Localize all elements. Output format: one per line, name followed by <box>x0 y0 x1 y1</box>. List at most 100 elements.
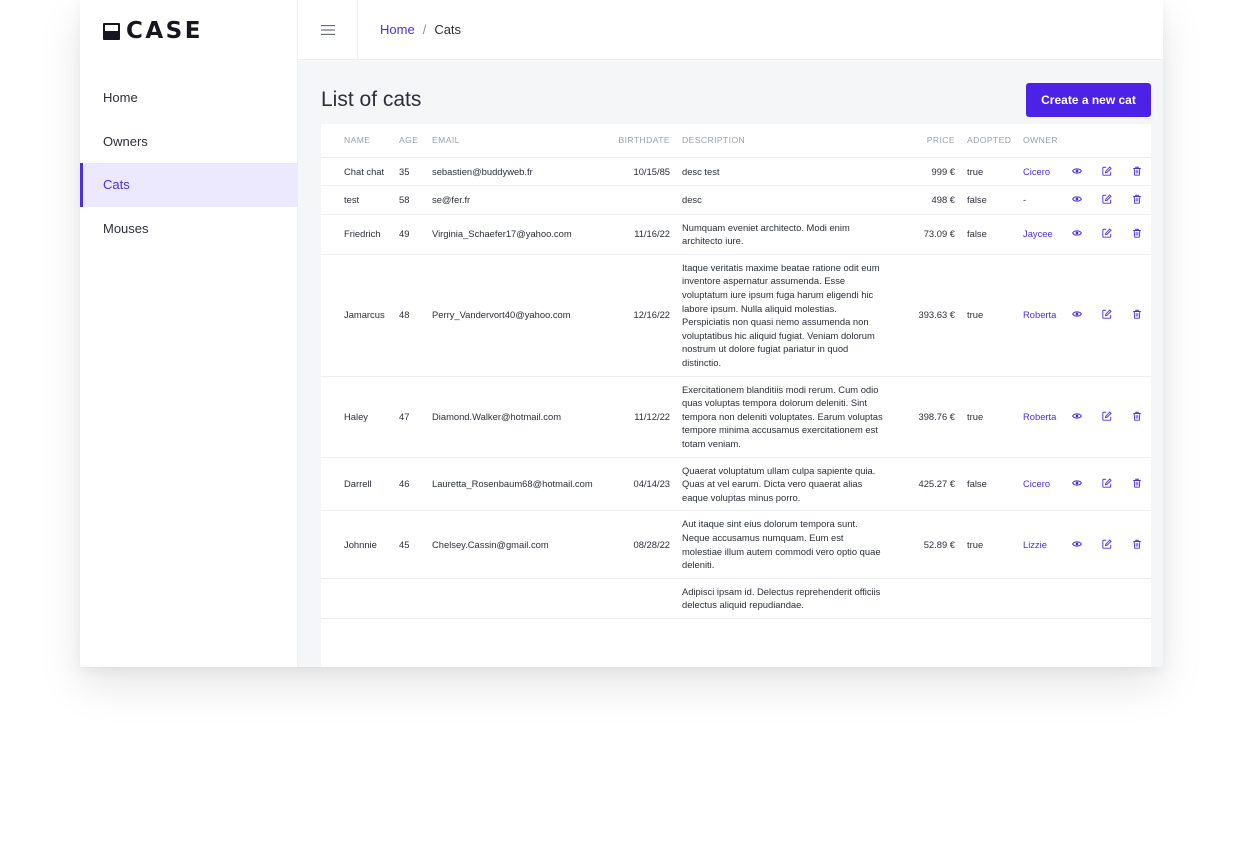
create-cat-button[interactable]: Create a new cat <box>1026 83 1151 117</box>
owner-link[interactable]: Jaycee <box>1023 228 1053 239</box>
sidebar-item-label: Owners <box>103 133 148 149</box>
delete-cat-button[interactable] <box>1130 307 1144 321</box>
trash-icon <box>1132 411 1142 421</box>
cell-adopted <box>961 578 1017 619</box>
delete-cat-button[interactable] <box>1130 226 1144 240</box>
logo[interactable]: CASE <box>103 18 203 44</box>
column-header-age[interactable]: Age <box>393 124 426 158</box>
cell-action <box>1122 157 1151 187</box>
sidebar-item-mouses[interactable]: Mouses <box>80 207 298 251</box>
column-header-owner[interactable]: Owner <box>1017 124 1062 158</box>
owner-link[interactable]: Cicero <box>1023 166 1050 177</box>
cell-owner: - <box>1017 185 1062 215</box>
hamburger-menu-button[interactable] <box>298 0 358 60</box>
column-header-email[interactable]: Email <box>426 124 606 158</box>
column-header-actions <box>1062 124 1092 158</box>
cell-age: 47 <box>393 376 426 458</box>
breadcrumb-home-link[interactable]: Home <box>380 22 415 37</box>
owner-link[interactable]: Roberta <box>1023 411 1056 422</box>
edit-icon <box>1102 539 1112 549</box>
cell-birthdate <box>606 185 676 215</box>
sidebar-item-home[interactable]: Home <box>80 76 298 120</box>
cell-email: Lauretta_Rosenbaum68@hotmail.com <box>426 457 606 512</box>
table-row[interactable]: Chat chat 35 sebastien@buddyweb.fr 10/15/85… <box>321 157 1151 187</box>
cell-action <box>1122 185 1151 215</box>
column-header-actions <box>1122 124 1151 158</box>
breadcrumb-current: Cats <box>434 22 462 37</box>
delete-cat-button[interactable] <box>1130 192 1144 206</box>
cell-name: Darrell <box>321 457 393 512</box>
column-header-name[interactable]: Name <box>321 124 393 158</box>
sidebar-item-cats[interactable]: Cats <box>80 163 298 207</box>
view-cat-button[interactable] <box>1070 307 1084 321</box>
view-cat-button[interactable] <box>1070 537 1084 551</box>
cell-description: Numquam eveniet architecto. Modi enim ar… <box>676 214 891 255</box>
delete-cat-button[interactable] <box>1130 409 1144 423</box>
cell-name: Johnnie <box>321 510 393 579</box>
owner-link[interactable]: Lizzie <box>1023 539 1047 550</box>
cats-table: Name Age Email Birthdate Description Pri… <box>321 124 1151 619</box>
delete-cat-button[interactable] <box>1130 476 1144 490</box>
table-row[interactable]: Jamarcus 48 Perry_Vandervort40@yahoo.com 12… <box>321 254 1151 377</box>
edit-cat-button[interactable] <box>1100 164 1114 178</box>
edit-cat-button[interactable] <box>1100 226 1114 240</box>
table-row[interactable]: Friedrich 49 Virginia_Schaefer17@yahoo.com… <box>321 214 1151 255</box>
cell-name: test <box>321 185 393 215</box>
cell-description: Aut itaque sint eius dolorum tempora sun… <box>676 510 891 579</box>
eye-icon <box>1072 478 1082 488</box>
cell-description: desc test <box>676 157 891 187</box>
view-cat-button[interactable] <box>1070 409 1084 423</box>
delete-cat-button[interactable] <box>1130 164 1144 178</box>
cell-adopted: false <box>961 185 1017 215</box>
trash-icon <box>1132 166 1142 176</box>
delete-cat-button[interactable] <box>1130 537 1144 551</box>
column-header-description[interactable]: Description <box>676 124 891 158</box>
view-cat-button[interactable] <box>1070 164 1084 178</box>
cell-birthdate: 04/14/23 <box>606 457 676 512</box>
cell-adopted: true <box>961 510 1017 579</box>
cell-email: Perry_Vandervort40@yahoo.com <box>426 254 606 377</box>
view-cat-button[interactable] <box>1070 476 1084 490</box>
eye-icon <box>1072 539 1082 549</box>
cell-price: 73.09 € <box>891 214 961 255</box>
breadcrumb: Home / Cats <box>380 22 461 37</box>
trash-icon <box>1132 478 1142 488</box>
view-cat-button[interactable] <box>1070 192 1084 206</box>
trash-icon <box>1132 194 1142 204</box>
table-row[interactable]: test 58 se@fer.fr desc 498 € false - <box>321 185 1151 215</box>
trash-icon <box>1132 228 1142 239</box>
cell-price: 398.76 € <box>891 376 961 458</box>
cell-action <box>1092 457 1122 512</box>
cell-description: Exercitationem blanditiis modi rerum. Cu… <box>676 376 891 458</box>
owner-link[interactable]: Cicero <box>1023 478 1050 489</box>
edit-cat-button[interactable] <box>1100 409 1114 423</box>
table-row[interactable]: Adipisci ipsam id. Delectus reprehenderi… <box>321 578 1151 619</box>
hamburger-icon <box>320 25 335 35</box>
edit-cat-button[interactable] <box>1100 307 1114 321</box>
cell-age: 35 <box>393 157 426 187</box>
app-window: CASE Home Owners Cats Mouses Home / Cats… <box>80 0 1163 667</box>
edit-cat-button[interactable] <box>1100 476 1114 490</box>
table-row[interactable]: Darrell 46 Lauretta_Rosenbaum68@hotmail.co… <box>321 457 1151 512</box>
edit-cat-button[interactable] <box>1100 192 1114 206</box>
cell-action <box>1092 214 1122 255</box>
column-header-price[interactable]: Price <box>891 124 961 158</box>
cell-name: Friedrich <box>321 214 393 255</box>
cell-adopted: true <box>961 157 1017 187</box>
view-cat-button[interactable] <box>1070 226 1084 240</box>
cell-owner <box>1017 578 1062 619</box>
table-row[interactable]: Johnnie 45 Chelsey.Cassin@gmail.com 08/28/2… <box>321 510 1151 579</box>
cell-description: Adipisci ipsam id. Delectus reprehenderi… <box>676 578 891 619</box>
cell-action <box>1122 457 1151 512</box>
breadcrumb-separator: / <box>422 22 427 37</box>
owner-link[interactable]: Roberta <box>1023 309 1056 320</box>
edit-cat-button[interactable] <box>1100 537 1114 551</box>
cell-action <box>1062 157 1092 187</box>
logo-text: CASE <box>126 18 203 44</box>
cell-email: Diamond.Walker@hotmail.com <box>426 376 606 458</box>
table-row[interactable]: Haley 47 Diamond.Walker@hotmail.com 11/12/2… <box>321 376 1151 458</box>
column-header-birthdate[interactable]: Birthdate <box>606 124 676 158</box>
column-header-adopted[interactable]: Adopted <box>961 124 1017 158</box>
sidebar-item-owners[interactable]: Owners <box>80 120 298 164</box>
cell-name <box>321 578 393 619</box>
